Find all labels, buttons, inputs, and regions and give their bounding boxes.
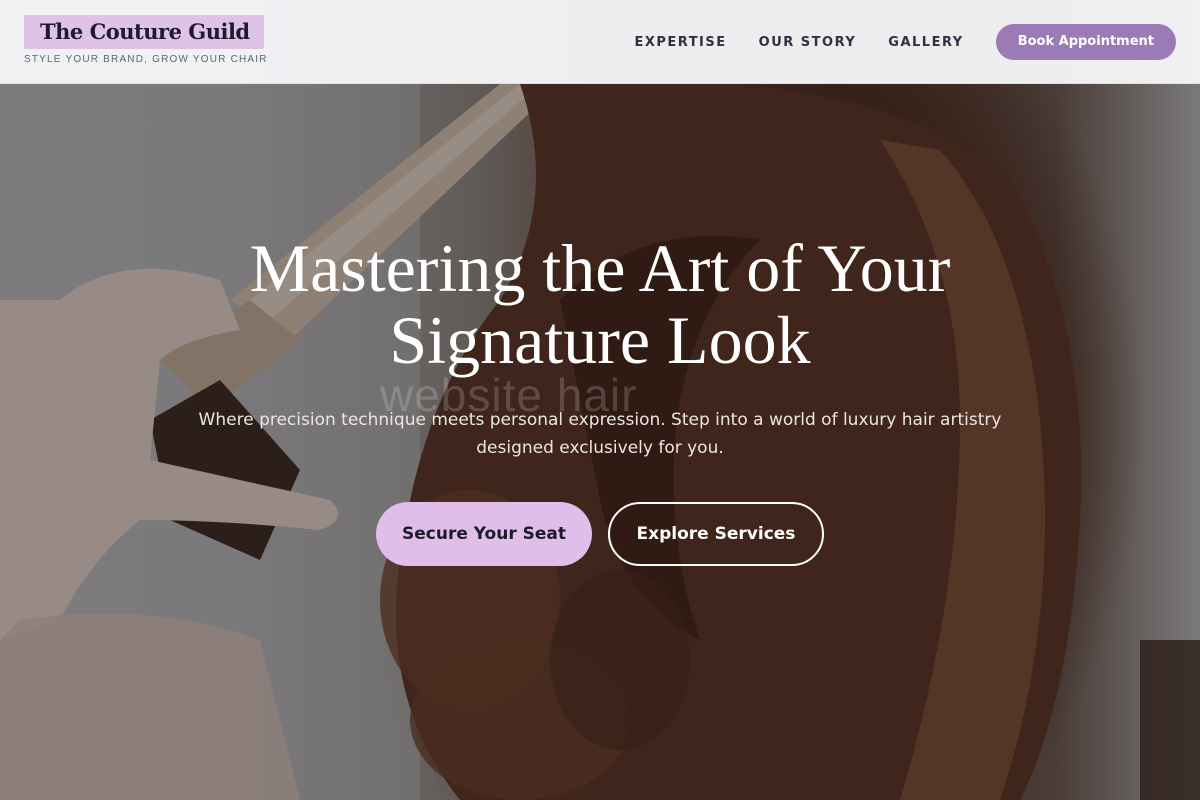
nav-link-our-story[interactable]: OUR STORY <box>759 35 857 50</box>
book-appointment-button[interactable]: Book Appointment <box>995 24 1176 60</box>
hero-cta-group: Secure Your Seat Explore Services <box>0 502 1200 566</box>
main-nav: EXPERTISE OUR STORY GALLERY Book Appoint… <box>634 24 1176 60</box>
hero-headline: Mastering the Art of Your Signature Look <box>249 230 951 378</box>
explore-services-button[interactable]: Explore Services <box>608 502 824 566</box>
brand-logo[interactable]: The Couture Guild STYLE YOUR BRAND, GROW… <box>24 15 268 65</box>
brand-name[interactable]: The Couture Guild <box>24 15 264 49</box>
secure-your-seat-button[interactable]: Secure Your Seat <box>376 502 592 566</box>
brand-tagline: STYLE YOUR BRAND, GROW YOUR CHAIR <box>24 54 268 65</box>
nav-link-gallery[interactable]: GALLERY <box>888 35 963 50</box>
hero-subtext: Where precision technique meets personal… <box>198 410 1002 458</box>
nav-link-expertise[interactable]: EXPERTISE <box>634 35 726 50</box>
site-header: The Couture Guild STYLE YOUR BRAND, GROW… <box>0 0 1200 84</box>
hero-section: Mastering the Art of Your Signature Look… <box>0 232 1200 566</box>
